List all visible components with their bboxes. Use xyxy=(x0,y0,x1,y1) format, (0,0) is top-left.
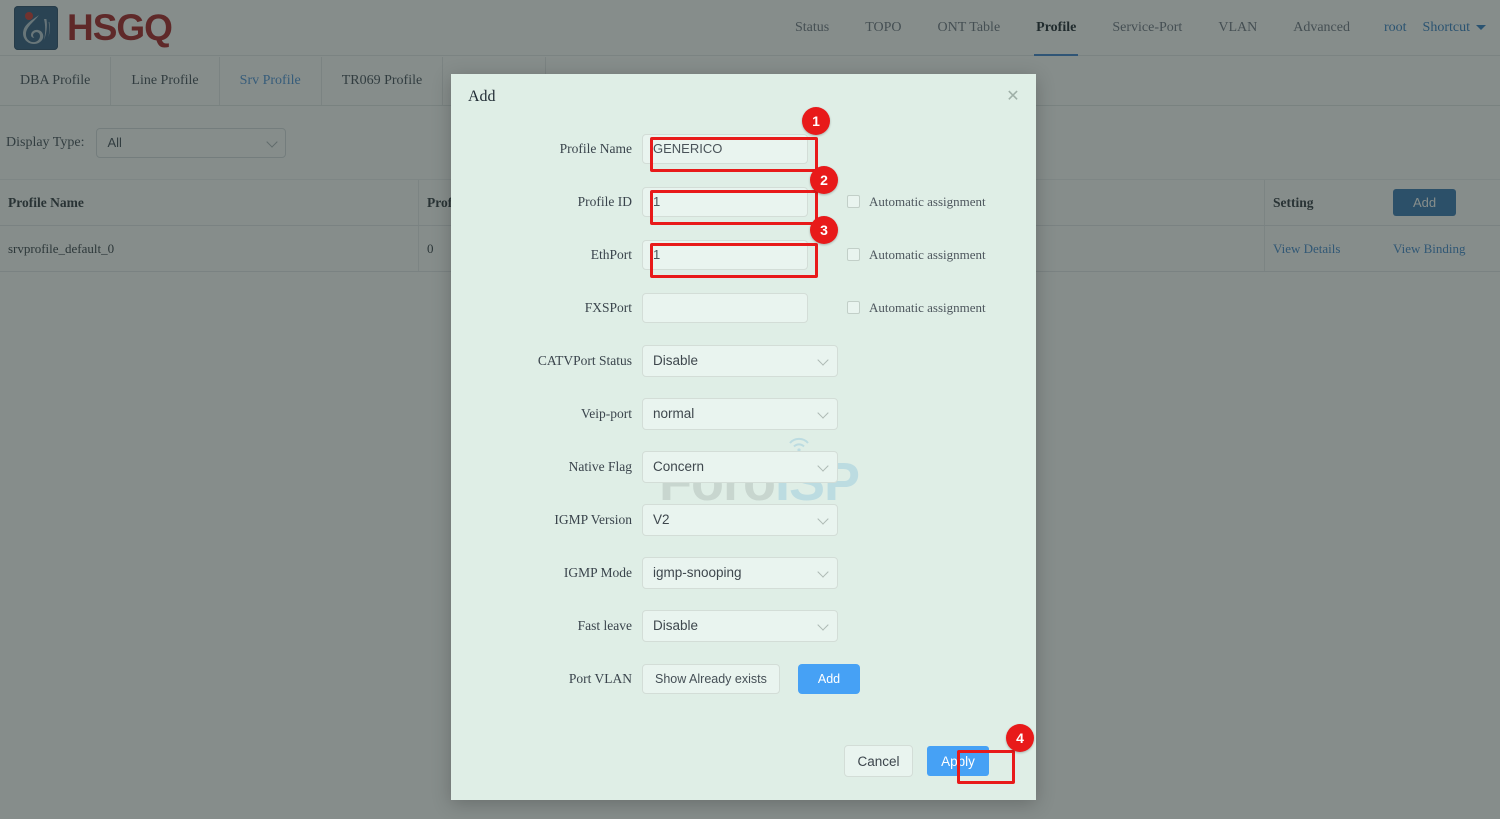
label-profile-name: Profile Name xyxy=(559,140,632,156)
chevron-down-icon xyxy=(817,565,829,578)
control-profile-name xyxy=(642,133,808,164)
label-fxsport: FXSPort xyxy=(584,299,632,315)
dialog-form: Profile Name Profile ID Automatic assign… xyxy=(451,122,1036,705)
fast-leave-value: Disable xyxy=(653,618,699,633)
label-port-vlan: Port VLAN xyxy=(568,670,632,686)
auto-assign-profile-id-label: Automatic assignment xyxy=(869,193,986,209)
field-row-ethport: EthPort Automatic assignment xyxy=(451,228,1036,281)
catvport-status-value: Disable xyxy=(653,353,699,368)
field-row-fxsport: FXSPort Automatic assignment xyxy=(451,281,1036,334)
show-already-exists-button[interactable]: Show Already exists xyxy=(642,663,780,694)
veip-port-select[interactable]: normal xyxy=(642,397,838,430)
label-veip-port: Veip-port xyxy=(581,405,632,421)
fast-leave-select[interactable]: Disable xyxy=(642,609,838,642)
native-flag-select[interactable]: Concern xyxy=(642,450,838,483)
auto-assign-ethport-label: Automatic assignment xyxy=(869,246,986,262)
control-profile-id xyxy=(642,186,808,217)
catvport-status-select[interactable]: Disable xyxy=(642,344,838,377)
label-native-flag: Native Flag xyxy=(568,458,632,474)
port-vlan-add-button[interactable]: Add xyxy=(797,663,861,694)
field-row-igmp-mode: IGMP Mode igmp-snooping xyxy=(451,546,1036,599)
cancel-button[interactable]: Cancel xyxy=(844,745,913,777)
label-fast-leave: Fast leave xyxy=(577,617,632,633)
igmp-version-value: V2 xyxy=(653,512,670,527)
control-ethport xyxy=(642,239,808,270)
field-row-veip-port: Veip-port normal xyxy=(451,387,1036,440)
dialog-header: Add ✕ xyxy=(451,74,1036,122)
veip-port-value: normal xyxy=(653,406,695,421)
igmp-mode-select[interactable]: igmp-snooping xyxy=(642,556,838,589)
auto-assign-fxsport: Automatic assignment xyxy=(847,300,986,316)
field-row-fast-leave: Fast leave Disable xyxy=(451,599,1036,652)
chevron-down-icon xyxy=(817,406,829,419)
auto-assign-profile-id-checkbox[interactable] xyxy=(847,195,860,208)
igmp-version-select[interactable]: V2 xyxy=(642,503,838,536)
fxsport-input[interactable] xyxy=(642,292,808,323)
auto-assign-fxsport-label: Automatic assignment xyxy=(869,299,986,315)
dialog-title: Add xyxy=(468,88,496,105)
label-ethport: EthPort xyxy=(590,246,632,262)
chevron-down-icon xyxy=(817,512,829,525)
field-row-igmp-version: IGMP Version V2 xyxy=(451,493,1036,546)
field-row-profile-id: Profile ID Automatic assignment xyxy=(451,175,1036,228)
dialog-footer: Cancel Apply xyxy=(451,722,1036,800)
label-profile-id: Profile ID xyxy=(577,193,632,209)
chevron-down-icon xyxy=(817,353,829,366)
label-catvport-status: CATVPort Status xyxy=(537,352,632,368)
control-fxsport xyxy=(642,292,808,323)
igmp-mode-value: igmp-snooping xyxy=(653,565,742,580)
chevron-down-icon xyxy=(817,618,829,631)
add-srv-profile-dialog: Add ✕ ForoISP Profile Name Profile ID xyxy=(451,74,1036,800)
field-row-profile-name: Profile Name xyxy=(451,122,1036,175)
auto-assign-profile-id: Automatic assignment xyxy=(847,194,986,210)
screen: HSGQ Status TOPO ONT Table Profile Servi… xyxy=(0,0,1500,819)
field-row-native-flag: Native Flag Concern xyxy=(451,440,1036,493)
label-igmp-mode: IGMP Mode xyxy=(563,564,632,580)
auto-assign-ethport-checkbox[interactable] xyxy=(847,248,860,261)
apply-button[interactable]: Apply xyxy=(927,746,989,776)
auto-assign-ethport: Automatic assignment xyxy=(847,247,986,263)
profile-id-input[interactable] xyxy=(642,186,808,217)
ethport-input[interactable] xyxy=(642,239,808,270)
label-igmp-version: IGMP Version xyxy=(554,511,632,527)
auto-assign-fxsport-checkbox[interactable] xyxy=(847,301,860,314)
field-row-port-vlan: Port VLAN Show Already exists Add xyxy=(451,652,1036,705)
native-flag-value: Concern xyxy=(653,459,705,474)
chevron-down-icon xyxy=(817,459,829,472)
field-row-catvport-status: CATVPort Status Disable xyxy=(451,334,1036,387)
close-icon[interactable]: ✕ xyxy=(1004,88,1022,106)
profile-name-input[interactable] xyxy=(642,133,808,164)
